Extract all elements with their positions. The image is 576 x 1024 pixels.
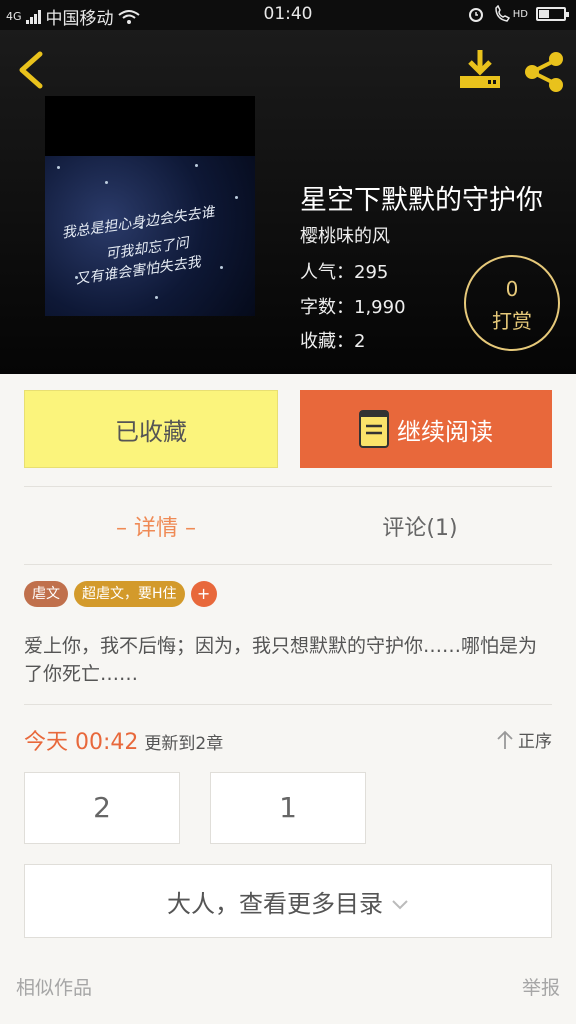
call-hd-icon	[495, 5, 510, 22]
reward-label: 打赏	[492, 309, 532, 333]
tag-item[interactable]: 虐文	[24, 581, 68, 607]
update-info: 今天 00:42 更新到2章	[24, 724, 223, 756]
tag-item[interactable]: 超虐文，要H住	[74, 581, 185, 607]
cover-art: 我总是担心身边会失去谁 可我却忘了问 又有谁会害怕失去我	[45, 156, 255, 316]
more-toc-button[interactable]: 大人，查看更多目录	[24, 864, 552, 938]
update-time: 今天 00:42	[24, 730, 139, 755]
book-header: 我总是担心身边会失去谁 可我却忘了问 又有谁会害怕失去我 星空下默默的守护你 樱…	[0, 30, 576, 374]
divider	[24, 486, 552, 487]
book-icon	[359, 410, 389, 448]
popularity-stat: 人气：295	[300, 262, 389, 283]
add-tag-button[interactable]: +	[190, 581, 217, 607]
download-icon[interactable]	[458, 48, 502, 92]
favorited-button[interactable]: 已收藏	[24, 390, 278, 468]
divider	[24, 704, 552, 705]
chevron-down-icon	[392, 900, 408, 910]
continue-reading-button[interactable]: 继续阅读	[300, 390, 552, 468]
favorites-stat: 收藏：2	[300, 331, 366, 352]
arrow-up-icon	[497, 730, 513, 749]
reward-button[interactable]: 0 打赏	[464, 255, 560, 351]
favorited-label: 已收藏	[115, 417, 187, 446]
hd-label: HD	[512, 8, 528, 20]
tag-list: 虐文 超虐文，要H住 +	[24, 581, 217, 607]
book-description: 爱上你，我不后悔；因为，我只想默默的守护你……哪怕是为了你死亡……	[24, 635, 538, 685]
back-arrow-icon[interactable]	[14, 50, 48, 90]
continue-reading-label: 继续阅读	[397, 417, 493, 446]
chapter-item[interactable]: 1	[210, 772, 366, 844]
book-author[interactable]: 樱桃味的风	[300, 222, 390, 248]
book-title: 星空下默默的守护你	[300, 185, 543, 216]
more-toc-label: 大人，查看更多目录	[167, 889, 383, 918]
report-link[interactable]: 举报	[522, 973, 560, 1000]
status-bar: 4G 中国移动 01:40 HD	[0, 0, 576, 30]
divider	[24, 564, 552, 565]
word-count-stat: 字数：1,990	[300, 297, 406, 318]
reward-count: 0	[505, 277, 519, 301]
sort-toggle[interactable]: 正序	[496, 727, 552, 752]
battery-icon	[536, 7, 569, 21]
sort-label: 正序	[518, 732, 552, 752]
status-right: HD	[467, 5, 569, 23]
alarm-icon	[468, 8, 483, 22]
similar-works-heading: 相似作品	[16, 977, 93, 999]
chapter-item[interactable]: 2	[24, 772, 180, 844]
tab-detail[interactable]: – 详情 –	[24, 510, 288, 542]
share-icon[interactable]	[522, 50, 566, 94]
cover-line-1: 我总是担心身边会失去谁	[60, 204, 216, 242]
tab-comments[interactable]: 评论(1)	[288, 510, 552, 542]
update-text: 更新到2章	[144, 734, 224, 754]
book-cover[interactable]: 我总是担心身边会失去谁 可我却忘了问 又有谁会害怕失去我	[45, 96, 255, 316]
